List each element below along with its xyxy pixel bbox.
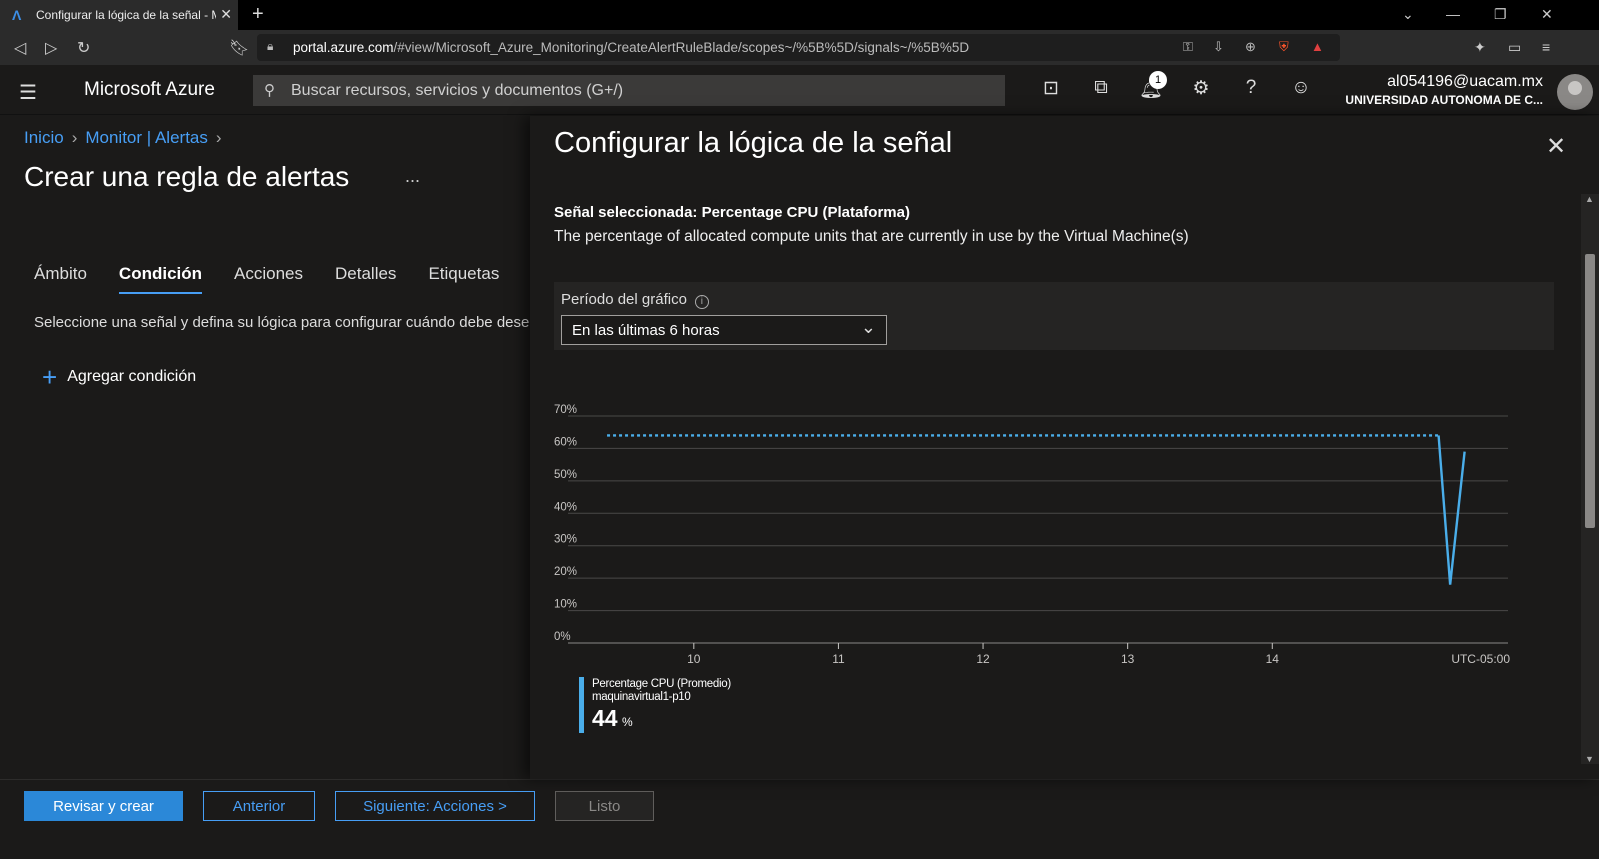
footer-action-bar: Revisar y crear Anterior Siguiente: Acci… xyxy=(0,779,1599,859)
wallet-icon[interactable]: ▭ xyxy=(1508,39,1521,56)
next-actions-button[interactable]: Siguiente: Acciones > xyxy=(335,791,535,821)
chart-y-tick-label: 70% xyxy=(554,404,577,416)
legend-series-name: Percentage CPU (Promedio) xyxy=(592,678,731,690)
chart-y-tick-label: 10% xyxy=(554,599,577,611)
url-field[interactable]: 🔒︎ portal.azure.com/#view/Microsoft_Azur… xyxy=(257,34,1340,61)
breadcrumb: Inicio › Monitor | Alertas › xyxy=(24,128,222,147)
scroll-thumb[interactable] xyxy=(1585,254,1595,528)
forward-icon[interactable]: ▷ xyxy=(45,38,57,58)
breadcrumb-home[interactable]: Inicio xyxy=(24,128,64,147)
chart-y-tick-label: 20% xyxy=(554,566,577,578)
account-menu[interactable]: al054196@uacam.mx UNIVERSIDAD AUTONOMA D… xyxy=(1345,73,1543,107)
tab-condicion[interactable]: Condición xyxy=(118,264,203,294)
help-icon[interactable]: ? xyxy=(1237,77,1265,103)
address-bar-row: ◁ ▷ ↻ 🔖︎ 🔒︎ portal.azure.com/#view/Micro… xyxy=(0,30,1599,65)
brave-rewards-icon[interactable]: ▲ xyxy=(1311,39,1324,54)
chart-period-value: En las últimas 6 horas xyxy=(572,322,720,339)
browser-tab[interactable]: Λ Configurar la lógica de la señal - Mic… xyxy=(0,0,238,30)
portal-menu-icon[interactable]: ☰ xyxy=(19,80,37,105)
bookmark-icon[interactable]: 🔖︎ xyxy=(229,38,249,58)
chart-x-tick-label: 13 xyxy=(1121,652,1135,666)
reload-icon[interactable]: ↻ xyxy=(77,38,90,58)
chart-period-label: Período del gráfico i xyxy=(561,291,709,309)
zoom-icon[interactable]: ⊕ xyxy=(1245,39,1256,55)
scroll-down-icon[interactable]: ▼ xyxy=(1585,754,1594,764)
settings-gear-icon[interactable]: ⚙ xyxy=(1187,77,1215,103)
tab-etiquetas[interactable]: Etiquetas xyxy=(428,264,499,294)
tab-ambito[interactable]: Ámbito xyxy=(34,264,87,294)
global-search[interactable]: ⚲ xyxy=(253,75,1005,106)
browser-tab-bar: Λ Configurar la lógica de la señal - Mic… xyxy=(0,0,1599,30)
scroll-up-icon[interactable]: ▲ xyxy=(1585,194,1594,204)
notification-badge: 1 xyxy=(1149,71,1167,89)
minimize-icon[interactable]: — xyxy=(1446,6,1460,22)
chart-y-tick-label: 30% xyxy=(554,534,577,546)
selected-signal-description: The percentage of allocated compute unit… xyxy=(554,228,1189,245)
lock-icon: 🔒︎ xyxy=(267,39,274,53)
feedback-icon[interactable]: ☺ xyxy=(1287,77,1315,103)
brand-link[interactable]: Microsoft Azure xyxy=(84,79,215,101)
close-window-icon[interactable]: ✕ xyxy=(1541,6,1553,23)
add-condition-button[interactable]: + Agregar condición xyxy=(42,362,197,392)
url-text: portal.azure.com/#view/Microsoft_Azure_M… xyxy=(293,40,970,55)
restore-icon[interactable]: ❐ xyxy=(1494,6,1507,23)
legend-resource-name: maquinavirtual1-p10 xyxy=(592,691,691,703)
browser-tab-title: Configurar la lógica de la señal - Micro… xyxy=(36,8,216,22)
chart-x-tick-label: 12 xyxy=(976,652,990,666)
install-icon[interactable]: ⇩ xyxy=(1213,39,1224,55)
previous-button[interactable]: Anterior xyxy=(203,791,315,821)
chart-x-tick-label: 14 xyxy=(1266,652,1280,666)
chart-timezone-label: UTC-05:00 xyxy=(1451,652,1510,666)
back-icon[interactable]: ◁ xyxy=(14,38,26,58)
done-button: Listo xyxy=(555,791,654,821)
close-blade-icon[interactable]: ✕ xyxy=(1546,132,1566,161)
search-icon: ⚲ xyxy=(264,82,275,99)
chart-period-panel: Período del gráfico i En las últimas 6 ho… xyxy=(554,282,1554,350)
more-options-icon[interactable]: ... xyxy=(405,166,420,187)
chart-y-tick-label: 40% xyxy=(554,501,577,513)
extensions-icon[interactable]: ✦ xyxy=(1474,39,1486,56)
directory-filter-icon[interactable]: ⧉ xyxy=(1087,77,1115,103)
chart-y-tick-label: 60% xyxy=(554,436,577,448)
user-email: al054196@uacam.mx xyxy=(1387,73,1543,90)
wizard-tabs: Ámbito Condición Acciones Detalles Etiqu… xyxy=(34,264,499,294)
selected-signal-title: Señal seleccionada: Percentage CPU (Plat… xyxy=(554,204,910,221)
legend-value: 44 xyxy=(592,705,618,731)
condition-description: Seleccione una señal y defina su lógica … xyxy=(34,314,530,331)
add-condition-label: Agregar condición xyxy=(67,368,197,385)
chart-series-line xyxy=(1437,435,1466,585)
info-icon[interactable]: i xyxy=(694,295,709,309)
azure-logo-icon: Λ xyxy=(12,7,22,23)
chart-y-tick-label: 50% xyxy=(554,469,577,481)
tab-acciones[interactable]: Acciones xyxy=(234,264,303,294)
tab-search-chevron-icon[interactable]: ⌄ xyxy=(1402,6,1414,23)
chevron-down-icon: ⌄ xyxy=(860,317,876,337)
new-tab-icon[interactable]: + xyxy=(252,3,264,26)
search-input[interactable] xyxy=(289,75,989,106)
create-alert-page: Inicio › Monitor | Alertas › Crear una regl… xyxy=(0,116,530,779)
cpu-chart: 0% 10% 20% 30% 40% 50% 60% 70% 10 11 12 13 14 UTC-05:… xyxy=(554,404,1510,666)
cloud-shell-icon[interactable]: ⊡ xyxy=(1037,77,1065,103)
chart-period-dropdown[interactable]: En las últimas 6 horas ⌄ xyxy=(561,315,887,345)
legend-color-bar xyxy=(579,677,584,733)
avatar[interactable] xyxy=(1557,74,1593,110)
plus-icon: + xyxy=(42,362,58,392)
review-create-button[interactable]: Revisar y crear xyxy=(24,791,183,821)
blade-scrollbar[interactable]: ▲ ▼ xyxy=(1581,194,1599,764)
brave-shield-icon[interactable]: ⛨ xyxy=(1279,39,1289,55)
azure-header: ☰ Microsoft Azure ⚲ ⊡ ⧉ 🔔︎ 1 ⚙ ? ☺ al054… xyxy=(0,65,1599,115)
menu-icon[interactable]: ≡ xyxy=(1542,39,1550,55)
chart-y-tick-label: 0% xyxy=(554,631,571,643)
tab-detalles[interactable]: Detalles xyxy=(335,264,396,294)
legend-unit: % xyxy=(622,715,633,729)
chart-x-tick-label: 10 xyxy=(687,652,701,666)
close-tab-icon[interactable]: ✕ xyxy=(220,6,232,23)
key-icon[interactable]: ⚿ xyxy=(1183,39,1193,55)
page-title: Crear una regla de alertas xyxy=(24,161,350,192)
breadcrumb-monitor-alerts[interactable]: Monitor | Alertas xyxy=(85,128,208,147)
chart-x-tick-label: 11 xyxy=(832,652,845,666)
blade-title: Configurar la lógica de la señal xyxy=(554,127,953,159)
signal-logic-blade: Configurar la lógica de la señal ✕ Señal… xyxy=(530,116,1599,779)
user-org: UNIVERSIDAD AUTONOMA DE C... xyxy=(1345,93,1543,107)
